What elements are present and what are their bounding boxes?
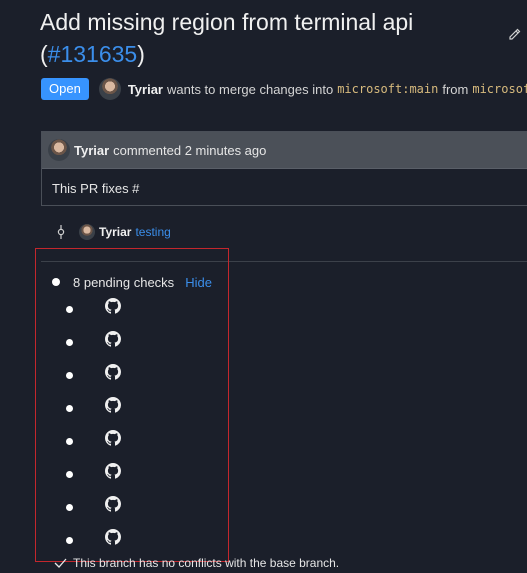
highlight-box (35, 248, 229, 562)
github-icon (105, 463, 121, 479)
checks-summary-text: 8 pending checks (73, 274, 175, 290)
check-item (66, 494, 126, 527)
pencil-icon[interactable] (506, 27, 522, 43)
github-icon (105, 529, 121, 545)
divider (41, 261, 527, 262)
github-icon (105, 364, 121, 380)
github-icon (105, 331, 121, 347)
pr-title: Add missing region from terminal api (#13… (40, 6, 480, 70)
comment-author[interactable]: Tyriar (74, 143, 109, 158)
pending-status-dot (66, 372, 73, 379)
comment-header: Tyriar commented 2 minutes ago (42, 132, 527, 169)
pending-status-dot (66, 438, 73, 445)
github-icon (105, 430, 121, 446)
pr-author[interactable]: Tyriar (128, 82, 163, 97)
pending-status-dot (66, 537, 73, 544)
status-badge: Open (41, 78, 89, 100)
source-branch: microsoft (472, 82, 527, 96)
github-icon (105, 397, 121, 413)
pending-status-dot (66, 405, 73, 412)
from-text: from (442, 81, 469, 97)
github-icon (105, 298, 121, 314)
check-icon (54, 558, 67, 568)
pr-number-link[interactable]: #131635 (48, 41, 138, 67)
merge-status-row: This branch has no conflicts with the ba… (54, 554, 339, 572)
pending-status-dot (66, 471, 73, 478)
pending-status-dot (66, 504, 73, 511)
merge-text: wants to merge changes into (166, 81, 334, 97)
avatar[interactable] (79, 224, 95, 240)
pr-number-open-paren: ( (40, 41, 48, 67)
comment-meta: commented 2 minutes ago (113, 142, 267, 158)
commit-author[interactable]: Tyriar (99, 225, 131, 239)
commit-row: Tyriar testing (55, 222, 171, 242)
hide-checks-button[interactable]: Hide (185, 275, 212, 290)
pending-status-dot (52, 278, 60, 286)
target-branch: microsoft:main (337, 82, 439, 96)
github-icon (105, 496, 121, 512)
comment-card: Tyriar commented 2 minutes ago This PR f… (41, 131, 527, 206)
merge-status-text: This branch has no conflicts with the ba… (73, 556, 340, 570)
check-item (66, 362, 126, 395)
pr-status-row: Open Tyriar wants to merge changes into … (41, 77, 527, 101)
check-item (66, 461, 126, 494)
pending-status-dot (66, 339, 73, 346)
check-item (66, 296, 126, 329)
pending-status-dot (66, 306, 73, 313)
check-item (66, 395, 126, 428)
checks-list (66, 296, 126, 560)
pr-number-close-paren: ) (137, 41, 145, 67)
avatar[interactable] (48, 139, 70, 161)
git-commit-icon (57, 225, 65, 239)
check-item (66, 329, 126, 362)
checks-summary: 8 pending checks Hide (52, 272, 212, 292)
check-item (66, 428, 126, 461)
comment-body: This PR fixes # (52, 181, 140, 196)
commit-message-link[interactable]: testing (135, 225, 170, 239)
avatar[interactable] (98, 78, 121, 100)
pr-title-text: Add missing region from terminal api (40, 9, 414, 35)
